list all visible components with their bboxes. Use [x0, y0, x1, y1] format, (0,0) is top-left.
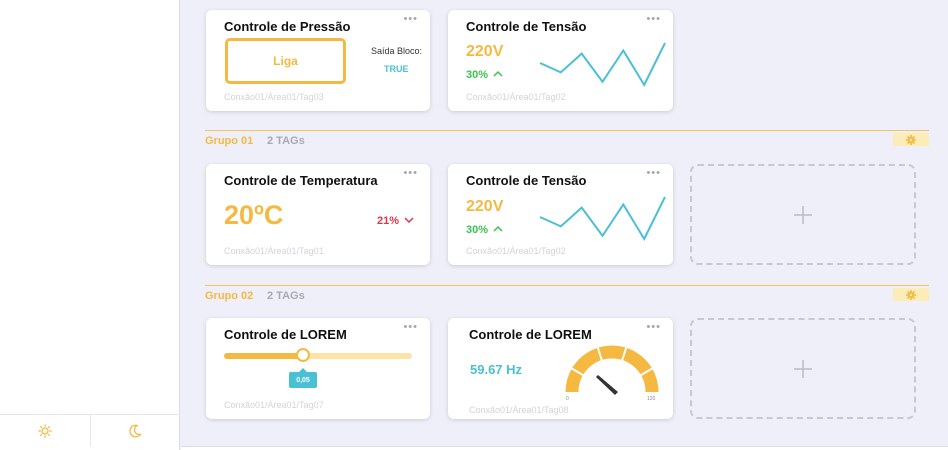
slider-card: Controle de LOREM ••• 0,05 Conxão01/Área…: [206, 318, 430, 419]
tag-path: Conxão01/Área01/Tag08: [469, 405, 569, 415]
temperature-change: 21%: [377, 215, 414, 227]
plus-icon: [794, 359, 812, 378]
value-slider[interactable]: [224, 348, 412, 362]
gear-icon: [906, 134, 916, 145]
card-menu-button[interactable]: •••: [403, 167, 418, 179]
slider-value-bubble: 0,05: [289, 368, 317, 388]
light-theme-button[interactable]: [0, 415, 90, 446]
group-name: Grupo 02: [205, 290, 254, 302]
card-menu-button[interactable]: •••: [646, 167, 661, 179]
tag-path: Conxão01/Área01/Tag03: [224, 92, 324, 102]
slider-handle[interactable]: [295, 348, 310, 362]
output-label: Saída Bloco:: [371, 46, 423, 56]
gauge-card: Controle de LOREM ••• 59.67 Hz 0 120 Con…: [448, 318, 673, 419]
output-value: TRUE: [384, 64, 409, 74]
group-header-1: Grupo 01 2 TAGs: [205, 130, 929, 152]
group-settings-button[interactable]: [893, 288, 929, 301]
gauge-min-label: 0: [566, 396, 569, 402]
group-header-2: Grupo 02 2 TAGs: [205, 285, 929, 307]
voltage-change: 30%: [466, 69, 503, 81]
tag-path: Conxão01/Área01/Tag02: [466, 246, 566, 256]
tag-path: Conxão01/Área01/Tag01: [224, 246, 324, 256]
card-menu-button[interactable]: •••: [646, 321, 661, 333]
card-title: Controle de Tensão: [466, 19, 587, 34]
dark-theme-button[interactable]: [89, 415, 181, 446]
tag-path: Conxão01/Área01/Tag02: [466, 92, 566, 102]
trend-up-icon: [493, 70, 503, 77]
trend-up-icon: [493, 225, 503, 232]
add-tag-button[interactable]: [690, 318, 916, 419]
card-menu-button[interactable]: •••: [403, 321, 418, 333]
dashboard-main: Controle de Pressão ••• Liga Saída Bloco…: [181, 0, 948, 450]
change-value: 21%: [377, 215, 400, 227]
sun-icon: [37, 423, 52, 438]
voltage-sparkline: [539, 42, 666, 87]
pressure-card: Controle de Pressão ••• Liga Saída Bloco…: [206, 10, 430, 111]
change-value: 30%: [466, 69, 489, 81]
group-tag-count: 2 TAGs: [267, 290, 305, 302]
voltage-sparkline: [539, 196, 666, 241]
theme-switcher: [0, 414, 180, 446]
card-title: Controle de Tensão: [466, 173, 587, 188]
voltage-value: 220V: [466, 198, 504, 215]
card-menu-button[interactable]: •••: [646, 13, 661, 25]
card-title: Controle de LOREM: [224, 327, 347, 342]
add-tag-button[interactable]: [690, 164, 916, 265]
sidebar: [0, 0, 180, 450]
group-name: Grupo 01: [205, 135, 254, 147]
group-tag-count: 2 TAGs: [267, 135, 305, 147]
card-title: Controle de Pressão: [224, 19, 351, 34]
tag-path: Conxão01/Área01/Tag07: [224, 400, 324, 410]
slider-fill: [224, 353, 303, 359]
sparkline-line: [539, 42, 666, 87]
voltage-change: 30%: [466, 224, 503, 236]
frequency-gauge: 0 120: [563, 341, 661, 402]
group-settings-button[interactable]: [893, 133, 929, 146]
card-menu-button[interactable]: •••: [403, 13, 418, 25]
gear-icon: [906, 289, 916, 300]
plus-icon: [794, 205, 812, 224]
change-value: 30%: [466, 224, 489, 236]
card-title: Controle de Temperatura: [224, 173, 378, 188]
trend-down-icon: [404, 217, 414, 224]
voltage-value: 220V: [466, 43, 504, 60]
moon-icon: [129, 424, 142, 437]
voltage-card-group1: Controle de Tensão ••• 220V 30% Conxão01…: [448, 164, 673, 265]
bottom-bar: [181, 446, 948, 450]
gauge-max-label: 120: [647, 396, 656, 402]
temperature-value: 20ºC: [224, 200, 284, 230]
sparkline-line: [539, 196, 666, 241]
voltage-card-top: Controle de Tensão ••• 220V 30% Conxão01…: [448, 10, 673, 111]
temperature-card: Controle de Temperatura ••• 20ºC 21% Con…: [206, 164, 430, 265]
frequency-value: 59.67 Hz: [470, 362, 523, 377]
liga-button[interactable]: Liga: [225, 38, 346, 84]
